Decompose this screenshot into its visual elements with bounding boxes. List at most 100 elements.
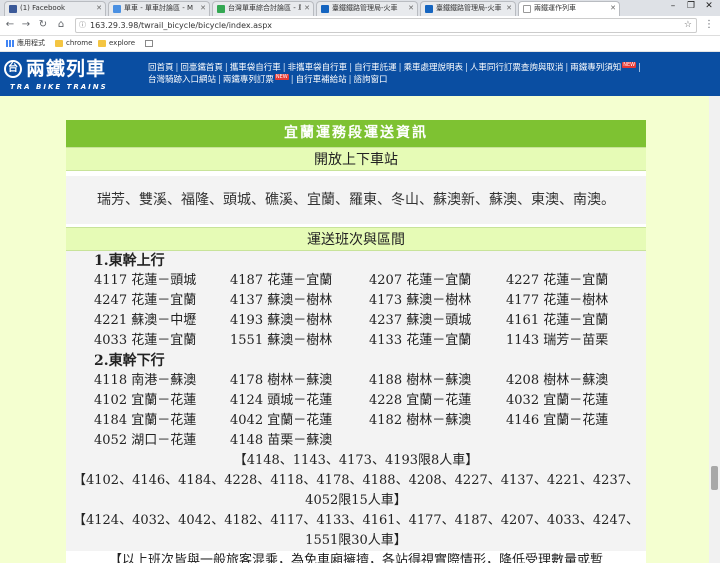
reload-icon[interactable]: ↻ [36,18,50,32]
tab-label: 兩鐵運作列車 [534,4,576,12]
train-entry: 1143 瑞芳－苗栗 [506,333,609,348]
nav-separator: | [224,63,228,73]
train-entry: 4133 花蓮－宜蘭 [369,333,472,348]
nav-separator: | [348,75,352,85]
train-entry: 4117 花蓮－頭城 [94,273,197,288]
train-entry: 4124 頭城－花蓮 [230,393,333,408]
train-entry: 4161 花蓮－宜蘭 [506,313,609,328]
train-entry: 4182 樹林－蘇澳 [369,413,472,428]
bookmark-apps[interactable]: 應用程式 [6,36,45,51]
nav-separator: | [398,63,402,73]
stations-header: 開放上下車站 [66,147,646,171]
star-icon[interactable]: ☆ [684,19,692,32]
logo-title: 兩鐵列車 [26,58,107,80]
main-content: 宜蘭運務段運送資訊 開放上下車站 瑞芳、雙溪、福隆、頭城、礁溪、宜蘭、羅東、冬山… [66,120,646,563]
back-icon[interactable]: ← [3,18,17,32]
train-entry: 4188 樹林－蘇澳 [369,373,472,388]
tab-bike-forum[interactable]: 單車 - 單車討論區 - M ✕ [108,1,210,16]
train-entry: 4052 湖口－花蓮 [94,433,197,448]
close-icon[interactable]: ✕ [200,2,206,15]
menu-icon[interactable]: ⋮ [703,18,715,32]
train-entry: 4208 樹林－蘇澳 [506,373,609,388]
tab-tra-1[interactable]: 臺鐵鐵路管理局-火車 ✕ [316,1,418,16]
nav-item[interactable]: 回首頁 [148,63,174,73]
apps-icon [6,39,14,47]
train-entry: 4137 蘇澳－樹林 [230,293,333,308]
home-icon[interactable]: ⌂ [54,18,68,32]
close-icon[interactable]: ✕ [610,2,616,15]
tab-label: 單車 - 單車討論區 - M [124,4,193,12]
train-entry: 4102 宜蘭－花蓮 [94,393,197,408]
nav-item[interactable]: 自行車託運 [354,63,397,73]
forward-icon[interactable]: → [19,18,33,32]
nav-item[interactable]: 非攜車袋自行車 [288,63,348,73]
url-text[interactable]: 163.29.3.98/twrail_bicycle/bicycle/index… [90,19,272,32]
section-title: 宜蘭運務段運送資訊 [66,120,646,147]
bookmarks-bar: 應用程式 chrome explore [0,36,720,52]
info-icon[interactable]: ⓘ [79,21,86,29]
minimize-icon[interactable]: – [664,0,682,12]
schedule-box: 1.東幹上行 4117 花蓮－頭城 4187 花蓮－宜蘭 4207 花蓮－宜蘭 4227… [66,251,646,563]
nav-item[interactable]: 兩鐵專列須知 [570,63,621,73]
train-entry: 4184 宜蘭－花蓮 [94,413,197,428]
nav-item[interactable]: 兩鐵專列訂票 [223,75,274,85]
tab-bike-trains[interactable]: 兩鐵運作列車 ✕ [518,1,620,16]
train-entry: 4237 蘇澳－頭城 [369,313,472,328]
train-entry: 4146 宜蘭－花蓮 [506,413,609,428]
train-entry: 4032 宜蘭－花蓮 [506,393,609,408]
nav-item[interactable]: 人車同行訂票查詢與取消 [470,63,564,73]
train-entry: 4247 花蓮－宜蘭 [94,293,197,308]
nav-item[interactable]: 回臺鐵首頁 [180,63,223,73]
tab-label: 台灣單車綜合討論區 - 單 [228,4,301,12]
tab-facebook[interactable]: (1) Facebook ✕ [4,1,106,16]
nav-separator: | [349,63,353,73]
scrollbar-thumb[interactable] [711,466,718,490]
nav-separator: | [565,63,569,73]
schedule-group-title: 2.東幹下行 [94,353,165,369]
train-entry: 4187 花蓮－宜蘭 [230,273,333,288]
close-icon[interactable]: ✕ [96,2,102,15]
nav-separator: | [464,63,468,73]
nav-item[interactable]: 自行車補給站 [296,75,347,85]
train-entry: 4118 南港－蘇澳 [94,373,197,388]
bookmark-chrome[interactable]: chrome [55,36,92,51]
train-entry: 4033 花蓮－宜蘭 [94,333,197,348]
nav-separator: | [290,75,294,85]
forum-icon [217,5,225,13]
scrollbar[interactable] [709,96,720,563]
address-row: ← → ↻ ⌂ ⓘ 163.29.3.98/twrail_bicycle/bic… [0,16,720,36]
page-icon [145,39,153,47]
tra-icon [321,5,329,13]
close-icon[interactable]: ✕ [304,2,310,15]
new-badge: NEW [274,74,289,80]
nav-separator: | [218,75,221,85]
tab-label: 臺鐵鐵路管理局-火車 [436,4,502,12]
nav-item[interactable]: 台灣騎跡入口網站 [148,75,216,85]
close-window-icon[interactable]: ✕ [700,0,718,12]
nav-item[interactable]: 乘車處理說明表 [403,63,463,73]
schedule-group-title: 1.東幹上行 [94,253,165,269]
nav-separator: | [638,63,641,73]
bookmark-page[interactable] [145,36,156,51]
close-icon[interactable]: ✕ [506,2,512,15]
bookmark-explore[interactable]: explore [98,36,135,51]
close-icon[interactable]: ✕ [408,2,414,15]
maximize-icon[interactable]: ❐ [682,0,700,12]
browser-tab-strip: (1) Facebook ✕ 單車 - 單車討論區 - M ✕ 台灣單車綜合討論… [0,0,720,16]
site-logo[interactable]: 台 兩鐵列車 TRA BIKE TRAINS [4,56,124,94]
nav-item[interactable]: 諮詢窗口 [354,75,388,85]
train-entry: 4148 苗栗－蘇澳 [230,433,333,448]
capacity-note: 【4148、1143、4173、4193限8人車】 [233,453,479,468]
train-entry: 4173 蘇澳－樹林 [369,293,472,308]
nav-item[interactable]: 攜車袋自行車 [230,63,281,73]
tra-icon [425,5,433,13]
tab-taiwan-bike-forum[interactable]: 台灣單車綜合討論區 - 單 ✕ [212,1,314,16]
capacity-note: 1551限30人車】 [305,533,407,548]
nav-separator: | [282,63,286,73]
tab-label: 臺鐵鐵路管理局-火車 [332,4,398,12]
page-icon [523,5,531,13]
address-bar[interactable]: ⓘ 163.29.3.98/twrail_bicycle/bicycle/ind… [75,18,697,33]
tab-tra-2[interactable]: 臺鐵鐵路管理局-火車 ✕ [420,1,516,16]
bookmark-label: 應用程式 [17,39,45,47]
train-entry: 4221 蘇澳－中壢 [94,313,197,328]
